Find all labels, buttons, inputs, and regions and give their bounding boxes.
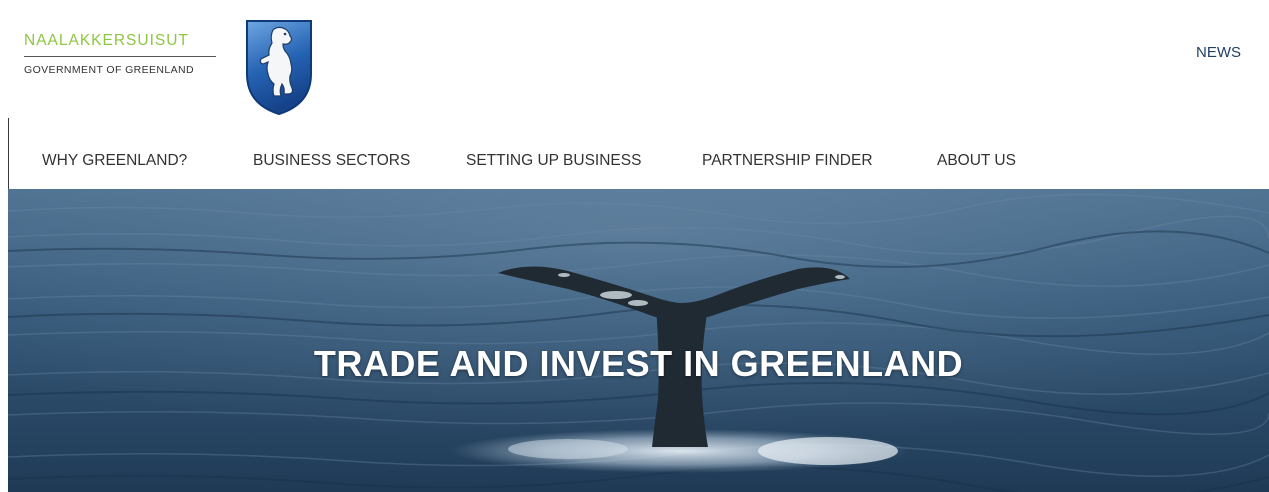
brand-divider bbox=[24, 56, 216, 57]
nav-link-news[interactable]: NEWS bbox=[1196, 44, 1241, 61]
brand-name: NAALAKKERSUISUT bbox=[24, 32, 189, 49]
nav-item-about-us[interactable]: ABOUT US bbox=[937, 150, 1016, 172]
page: NAALAKKERSUISUT GOVERNMENT OF GREENLAND … bbox=[0, 0, 1269, 492]
main-nav: WHY GREENLAND? BUSINESS SECTORS SETTING … bbox=[0, 150, 1269, 174]
nav-item-partnership-finder[interactable]: PARTNERSHIP FINDER bbox=[702, 150, 873, 172]
nav-item-why-greenland[interactable]: WHY GREENLAND? bbox=[42, 150, 187, 172]
brand-logo-link[interactable]: NAALAKKERSUISUT GOVERNMENT OF GREENLAND bbox=[24, 32, 220, 76]
whale-tail-photo bbox=[8, 189, 1269, 492]
hero-banner: TRADE AND INVEST IN GREENLAND bbox=[8, 189, 1269, 492]
brand-subtitle: GOVERNMENT OF GREENLAND bbox=[24, 64, 195, 76]
polar-bear-shield-icon[interactable] bbox=[244, 18, 314, 116]
nav-item-business-sectors[interactable]: BUSINESS SECTORS bbox=[253, 150, 410, 172]
nav-item-setting-up-business[interactable]: SETTING UP BUSINESS bbox=[466, 150, 641, 172]
